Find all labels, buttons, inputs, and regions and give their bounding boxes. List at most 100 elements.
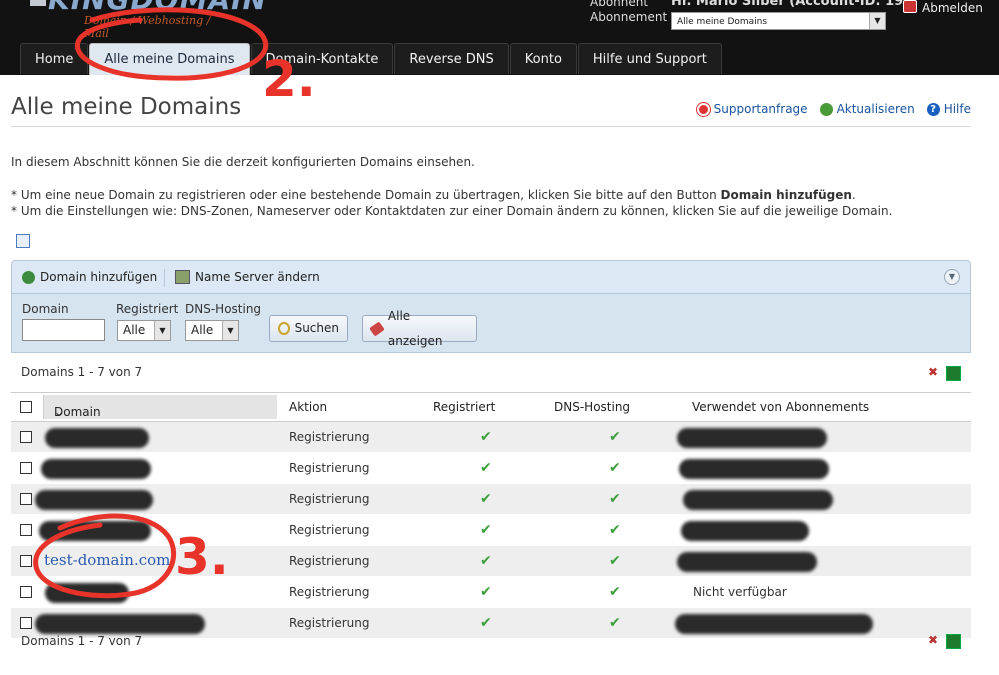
redacted-domain: [35, 490, 153, 510]
row-action: Registrierung: [289, 616, 370, 630]
add-domain-button[interactable]: Domain hinzufügen: [22, 270, 157, 284]
tab-all-domains[interactable]: Alle meine Domains: [89, 43, 250, 75]
redacted-subscription: [681, 521, 809, 541]
check-icon: ✔: [480, 429, 492, 445]
check-icon: ✔: [609, 615, 621, 631]
domain-link[interactable]: test-domain.com: [44, 551, 170, 569]
subscription-select[interactable]: Alle meine Domains ▼: [671, 12, 886, 30]
check-icon: ✔: [609, 491, 621, 507]
dns-filter-label: DNS-Hosting: [185, 302, 262, 316]
instruction-1-text: * Um eine neue Domain zu registrieren od…: [11, 188, 721, 202]
check-icon: ✔: [480, 460, 492, 476]
used-by-column-header: Verwendet von Abonnements: [692, 400, 870, 414]
row-checkbox[interactable]: [20, 493, 32, 505]
check-icon: ✔: [480, 584, 492, 600]
globe-add-icon: [22, 270, 35, 284]
show-all-button[interactable]: Alle anzeigen: [362, 309, 477, 348]
redacted-subscription: [683, 490, 833, 510]
dns-filter-value: Alle: [191, 323, 214, 337]
registered-filter-value: Alle: [123, 323, 146, 337]
subscription-value: Alle meine Domains: [677, 17, 768, 27]
tools-icon[interactable]: ✖: [928, 634, 940, 646]
logo-tagline: Domain / Webhosting / Mail: [84, 14, 211, 40]
table-row[interactable]: Registrierung ✔ ✔: [11, 453, 971, 484]
brand-logo[interactable]: KINGDOMAIN Domain / Webhosting / Mail: [22, 0, 266, 40]
search-filter-panel: Domain Registriert Alle ▼ DNS-Hosting All…: [11, 294, 971, 353]
help-label: Hilfe: [943, 102, 971, 116]
support-request-link[interactable]: Supportanfrage: [696, 102, 808, 116]
help-icon: ?: [926, 102, 940, 116]
domain-filter-input[interactable]: [22, 319, 105, 341]
logout-icon: [903, 0, 917, 13]
tab-home[interactable]: Home: [20, 43, 89, 74]
registered-column-header: Registriert: [433, 400, 496, 414]
chevron-down-icon: ▼: [154, 321, 170, 340]
refresh-link[interactable]: Aktualisieren: [819, 102, 915, 116]
redacted-subscription: [675, 614, 873, 634]
excel-icon[interactable]: [946, 366, 961, 381]
tools-icon[interactable]: ✖: [928, 366, 940, 378]
row-action: Registrierung: [289, 585, 370, 599]
table-row[interactable]: Registrierung ✔ ✔ Nicht verfügbar: [11, 577, 971, 608]
refresh-label: Aktualisieren: [836, 102, 915, 116]
check-icon: ✔: [609, 522, 621, 538]
page-actions: Supportanfrage Aktualisieren ? Hilfe: [696, 102, 971, 116]
table-row[interactable]: Registrierung ✔ ✔: [11, 422, 971, 453]
collapse-icon[interactable]: ▼: [944, 269, 960, 285]
action-column-header: Aktion: [289, 400, 328, 414]
instruction-1-bold: Domain hinzufügen: [720, 188, 852, 202]
table-row[interactable]: Registrierung ✔ ✔: [11, 484, 971, 515]
search-button[interactable]: Suchen: [269, 315, 348, 342]
table-row[interactable]: Registrierung ✔ ✔: [11, 515, 971, 546]
registered-filter-select[interactable]: Alle ▼: [117, 320, 171, 341]
row-checkbox[interactable]: [20, 555, 32, 567]
nameserver-icon: [175, 270, 190, 284]
table-header: Domain ⌄ Aktion Registriert DNS-Hosting …: [11, 392, 971, 422]
row-checkbox[interactable]: [20, 586, 32, 598]
check-icon: ✔: [609, 429, 621, 445]
top-header: KINGDOMAIN Domain / Webhosting / Mail Ab…: [0, 0, 999, 75]
check-icon: ✔: [609, 553, 621, 569]
logout-link[interactable]: Abmelden: [903, 0, 983, 15]
row-action: Registrierung: [289, 492, 370, 506]
row-checkbox[interactable]: [20, 617, 32, 629]
dns-filter-select[interactable]: Alle ▼: [185, 320, 239, 341]
select-all-checkbox[interactable]: [20, 401, 32, 413]
change-nameserver-button[interactable]: Name Server ändern: [175, 270, 320, 284]
row-checkbox[interactable]: [20, 462, 32, 474]
export-page-icon[interactable]: [16, 234, 30, 248]
tab-account[interactable]: Konto: [509, 43, 577, 74]
table-row[interactable]: Registrierung ✔ ✔: [11, 608, 971, 639]
redacted-subscription: [677, 428, 827, 448]
row-checkbox[interactable]: [20, 524, 32, 536]
magnifier-icon: [278, 322, 290, 335]
excel-icon[interactable]: [946, 634, 961, 649]
registered-filter-label: Registriert: [116, 302, 179, 316]
domain-column-header[interactable]: Domain ⌄: [43, 395, 277, 419]
row-checkbox[interactable]: [20, 431, 32, 443]
redacted-domain: [41, 459, 151, 479]
logout-label: Abmelden: [922, 1, 983, 15]
intro-text: In diesem Abschnitt können Sie die derze…: [11, 155, 475, 169]
page-title: Alle meine Domains: [11, 94, 242, 120]
check-icon: ✔: [480, 553, 492, 569]
domain-toolbar: Domain hinzufügen Name Server ändern ▼: [11, 260, 971, 294]
tab-help-support[interactable]: Hilfe und Support: [577, 43, 722, 74]
domains-table: Domain ⌄ Aktion Registriert DNS-Hosting …: [11, 392, 971, 639]
chevron-down-icon: ⌄: [54, 405, 65, 419]
pagination-bottom: Domains 1 - 7 von 7: [21, 634, 143, 648]
help-link[interactable]: ? Hilfe: [926, 102, 971, 116]
check-icon: ✔: [480, 491, 492, 507]
search-button-label: Suchen: [294, 321, 339, 335]
table-row[interactable]: test-domain.com Registrierung ✔ ✔: [11, 546, 971, 577]
check-icon: ✔: [480, 615, 492, 631]
chevron-down-icon: ▼: [869, 13, 885, 29]
check-icon: ✔: [609, 460, 621, 476]
tab-reverse-dns[interactable]: Reverse DNS: [394, 43, 509, 74]
pagination-top: Domains 1 - 7 von 7: [21, 365, 143, 379]
refresh-icon: [819, 102, 833, 116]
subscription-label: Abonnement: [590, 10, 668, 24]
tab-domain-contacts[interactable]: Domain-Kontakte: [250, 43, 394, 74]
domain-filter-label: Domain: [22, 302, 69, 316]
export-tools-top: ✖: [928, 366, 961, 381]
